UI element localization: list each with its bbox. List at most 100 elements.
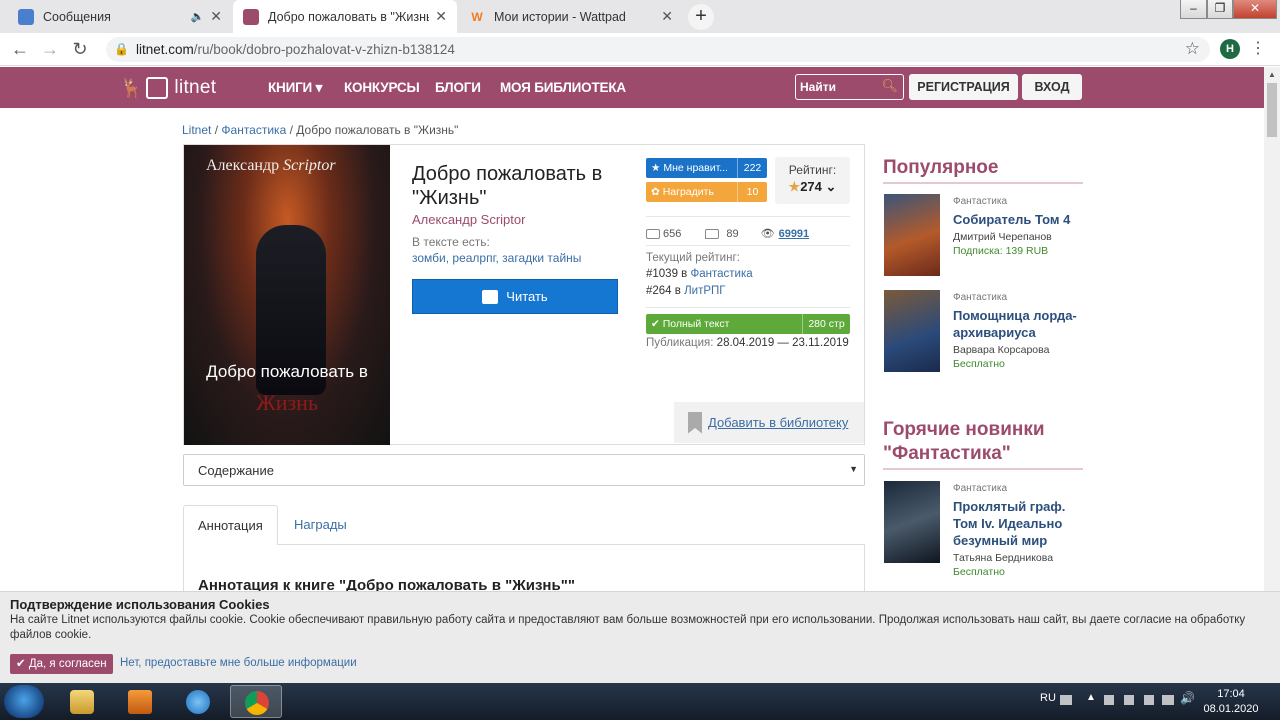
hot-title-link[interactable]: Проклятый граф. Том Iv. Идеально безумны… — [953, 498, 1083, 549]
book-open-icon — [482, 289, 499, 304]
new-tab-button[interactable]: + — [688, 4, 714, 30]
popular-cover-1[interactable] — [884, 194, 940, 276]
scroll-up-icon[interactable]: ▲ — [1268, 70, 1276, 79]
windows-start-button[interactable] — [4, 685, 44, 718]
volume-icon[interactable]: 🔊 — [1180, 691, 1195, 705]
rank-genre-fantasy: #1039 в Фантастика — [646, 268, 753, 280]
tab-messages[interactable]: Сообщения 🔈 ✕ — [8, 0, 232, 33]
popular-cover-2[interactable] — [884, 290, 940, 372]
cookie-more-info-link[interactable]: Нет, предоставьте мне больше информации — [120, 657, 357, 669]
breadcrumb-litnet[interactable]: Litnet — [182, 123, 211, 137]
rank-genre-link[interactable]: Фантастика — [690, 268, 752, 280]
views-count[interactable]: 69991 — [779, 228, 810, 240]
add-to-library-button[interactable]: Добавить в библиотеку — [674, 402, 864, 443]
nav-blogs[interactable]: БЛОГИ — [435, 80, 481, 95]
scroll-thumb[interactable] — [1267, 83, 1277, 137]
read-button-label: Читать — [506, 289, 548, 304]
tab-wattpad[interactable]: W Мои истории - Wattpad ✕ — [459, 0, 683, 33]
login-button[interactable]: ВХОД — [1022, 74, 1082, 100]
popular-title-link[interactable]: Собиратель Том 4 — [953, 211, 1083, 228]
library-count-icon — [646, 228, 660, 239]
taskbar-clock[interactable]: 17:04 08.01.2020 — [1196, 687, 1266, 717]
divider — [646, 307, 850, 308]
search-input[interactable] — [800, 78, 880, 96]
speaker-mute-icon[interactable]: 🔈 — [191, 10, 205, 23]
taskbar-explorer[interactable] — [56, 685, 108, 718]
page-scrollbar[interactable]: ▲ ▼ — [1264, 67, 1280, 682]
printer-icon[interactable] — [1144, 695, 1154, 705]
reload-icon[interactable]: ↻ — [69, 38, 91, 60]
minimize-button[interactable]: – — [1180, 0, 1207, 19]
star-icon: ★ — [788, 179, 801, 194]
tab-title: Добро пожаловать в "Жизнь" — [268, 9, 430, 24]
reward-label: ✿ Наградить — [651, 186, 714, 198]
rating-label: Рейтинг: — [788, 163, 837, 177]
book-stats: 656 89 👁 69991 — [646, 227, 809, 240]
taskbar-chrome[interactable] — [230, 685, 282, 718]
litnet-logo[interactable]: 🦌 litnet — [120, 73, 216, 103]
hot-new-heading[interactable]: Горячие новинки "Фантастика" — [883, 418, 1045, 466]
usb-icon[interactable] — [1124, 695, 1134, 705]
reward-button[interactable]: ✿ Наградить 10 — [646, 182, 767, 202]
read-button[interactable]: Читать — [412, 279, 618, 314]
bookmark-star-icon[interactable]: ☆ — [1185, 39, 1200, 59]
breadcrumb-fantasy[interactable]: Фантастика — [221, 123, 286, 137]
taskbar-media-player[interactable] — [114, 685, 166, 718]
popular-category: Фантастика — [953, 292, 1008, 303]
close-window-button[interactable]: ✕ — [1233, 0, 1277, 19]
popular-heading[interactable]: Популярное — [883, 156, 998, 180]
hot-cover-1[interactable] — [884, 481, 940, 563]
cookie-heading: Подтверждение использования Cookies — [10, 597, 270, 612]
profile-avatar[interactable]: H — [1220, 39, 1240, 59]
url-host: litnet.com — [136, 42, 194, 57]
tab-awards[interactable]: Награды — [280, 505, 361, 545]
close-tab-icon[interactable]: ✕ — [661, 8, 673, 25]
like-button[interactable]: ★ Мне нравит... 222 — [646, 158, 767, 178]
nav-books[interactable]: КНИГИ ▾ — [268, 80, 322, 96]
tab-annotation[interactable]: Аннотация — [183, 505, 278, 546]
book-logo-icon — [146, 77, 169, 99]
show-hidden-icons-icon[interactable]: ▲ — [1086, 692, 1096, 703]
contents-select[interactable]: Содержание ▼ — [183, 454, 865, 486]
language-indicator[interactable]: RU — [1040, 692, 1056, 704]
in-text-label: В тексте есть: — [412, 235, 490, 249]
rank-number: #1039 в — [646, 268, 691, 280]
maximize-button[interactable]: ❐ — [1207, 0, 1233, 19]
add-to-library-label: Добавить в библиотеку — [708, 415, 849, 430]
reward-label-text: Наградить — [662, 186, 714, 198]
book-tags[interactable]: зомби, реалрпг, загадки тайны — [412, 251, 581, 265]
clock-date: 08.01.2020 — [1203, 703, 1259, 715]
views-eye-icon: 👁 — [760, 228, 775, 240]
popular-author: Дмитрий Черепанов — [953, 231, 1052, 243]
url-field[interactable]: 🔒 litnet.com/ru/book/dobro-pozhalovat-v-… — [106, 37, 1210, 62]
comments-icon — [705, 228, 720, 239]
windows-taskbar: RU ▲ 🔊 17:04 08.01.2020 — [0, 683, 1280, 720]
messages-favicon-icon — [18, 8, 34, 25]
tab-litnet-book[interactable]: Добро пожаловать в "Жизнь" ✕ — [233, 0, 457, 33]
close-tab-icon[interactable]: ✕ — [210, 8, 222, 25]
full-text-badge: ✔ Полный текст 280 стр — [646, 314, 850, 334]
nav-contests[interactable]: КОНКУРСЫ — [344, 80, 420, 95]
taskbar-internet-explorer[interactable] — [172, 685, 224, 718]
nav-my-library[interactable]: МОЯ БИБЛИОТЕКА — [500, 80, 626, 95]
back-arrow-icon[interactable]: ← — [9, 38, 31, 60]
rating-box[interactable]: Рейтинг: ★274 ⌄ — [775, 157, 850, 204]
search-icon[interactable]: 🔍︎ — [881, 78, 898, 94]
network-icon[interactable] — [1162, 695, 1174, 705]
hot-heading-line1: Горячие новинки — [883, 419, 1045, 440]
flag-icon[interactable] — [1104, 695, 1114, 705]
rank-genre-link[interactable]: ЛитРПГ — [684, 285, 725, 297]
browser-tab-bar: Сообщения 🔈 ✕ Добро пожаловать в "Жизнь"… — [0, 0, 1280, 33]
book-cover[interactable]: Александр Scriptor Добро пожаловать в Жи… — [184, 145, 390, 445]
book-author-link[interactable]: Александр Scriptor — [412, 212, 525, 227]
keyboard-icon[interactable] — [1060, 695, 1072, 705]
hot-heading-line2: "Фантастика" — [883, 443, 1011, 464]
forward-arrow-icon[interactable]: → — [39, 38, 61, 60]
register-button[interactable]: РЕГИСТРАЦИЯ — [909, 74, 1018, 100]
browser-menu-icon[interactable]: ⋮ — [1250, 38, 1266, 58]
media-player-icon — [128, 690, 152, 714]
cookie-agree-button[interactable]: ✔ Да, я согласен — [10, 654, 113, 674]
internet-explorer-icon — [186, 690, 210, 714]
popular-title-link[interactable]: Помощница лорда-архивариуса — [953, 307, 1083, 341]
close-tab-icon[interactable]: ✕ — [435, 8, 447, 25]
